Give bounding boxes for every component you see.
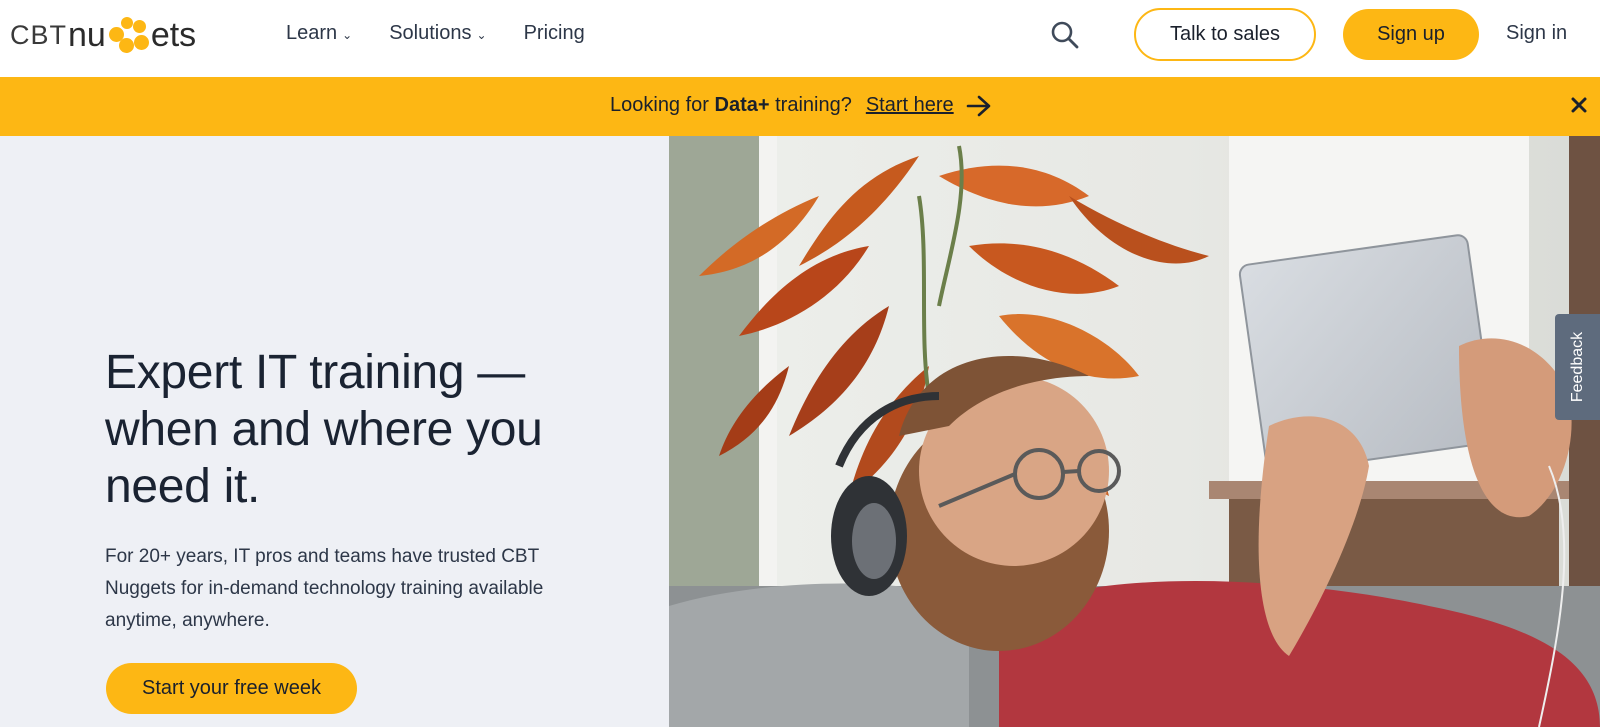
main-nav: Learn ⌄ Solutions ⌄ Pricing <box>286 22 585 45</box>
start-free-week-button[interactable]: Start your free week <box>106 663 357 714</box>
chevron-down-icon: ⌄ <box>476 27 487 42</box>
nav-pricing[interactable]: Pricing <box>524 22 585 45</box>
logo-text-part1: nu <box>68 15 106 54</box>
nav-learn[interactable]: Learn ⌄ <box>286 22 352 45</box>
arrow-right-icon[interactable] <box>966 95 992 117</box>
banner-message: Looking for Data+ training? Start here <box>610 94 992 117</box>
cbt-nuggets-logo[interactable]: CBT nu ets <box>10 13 196 57</box>
chevron-down-icon: ⌄ <box>342 27 353 42</box>
talk-to-sales-button[interactable]: Talk to sales <box>1134 8 1316 61</box>
banner-text-before: Looking for <box>610 94 715 116</box>
site-header: CBT nu ets Learn ⌄ Solutions ⌄ Pricing T… <box>0 0 1600 77</box>
nav-solutions[interactable]: Solutions ⌄ <box>389 22 486 45</box>
hero-image <box>669 136 1600 727</box>
nav-solutions-label: Solutions <box>389 22 472 44</box>
banner-start-here-link[interactable]: Start here <box>866 94 954 117</box>
nav-pricing-label: Pricing <box>523 22 585 44</box>
logo-nuggets-icon <box>107 15 151 55</box>
banner-text-bold: Data+ <box>714 94 770 116</box>
search-icon[interactable] <box>1050 20 1080 50</box>
feedback-label: Feedback <box>1568 331 1586 403</box>
feedback-tab[interactable]: Feedback <box>1555 314 1600 420</box>
logo-text-part2: ets <box>150 15 197 54</box>
hero-description: For 20+ years, IT pros and teams have tr… <box>105 546 544 631</box>
sign-in-link[interactable]: Sign in <box>1506 22 1567 45</box>
hero-title: Expert IT training — when and where you … <box>105 346 543 513</box>
hero-illustration <box>669 136 1600 727</box>
promo-banner: Looking for Data+ training? Start here <box>0 77 1600 136</box>
sign-up-button[interactable]: Sign up <box>1343 9 1479 60</box>
logo-prefix: CBT <box>10 19 67 50</box>
banner-text-after: training? <box>769 94 852 116</box>
close-icon[interactable] <box>1571 97 1587 113</box>
nav-learn-label: Learn <box>286 22 338 44</box>
